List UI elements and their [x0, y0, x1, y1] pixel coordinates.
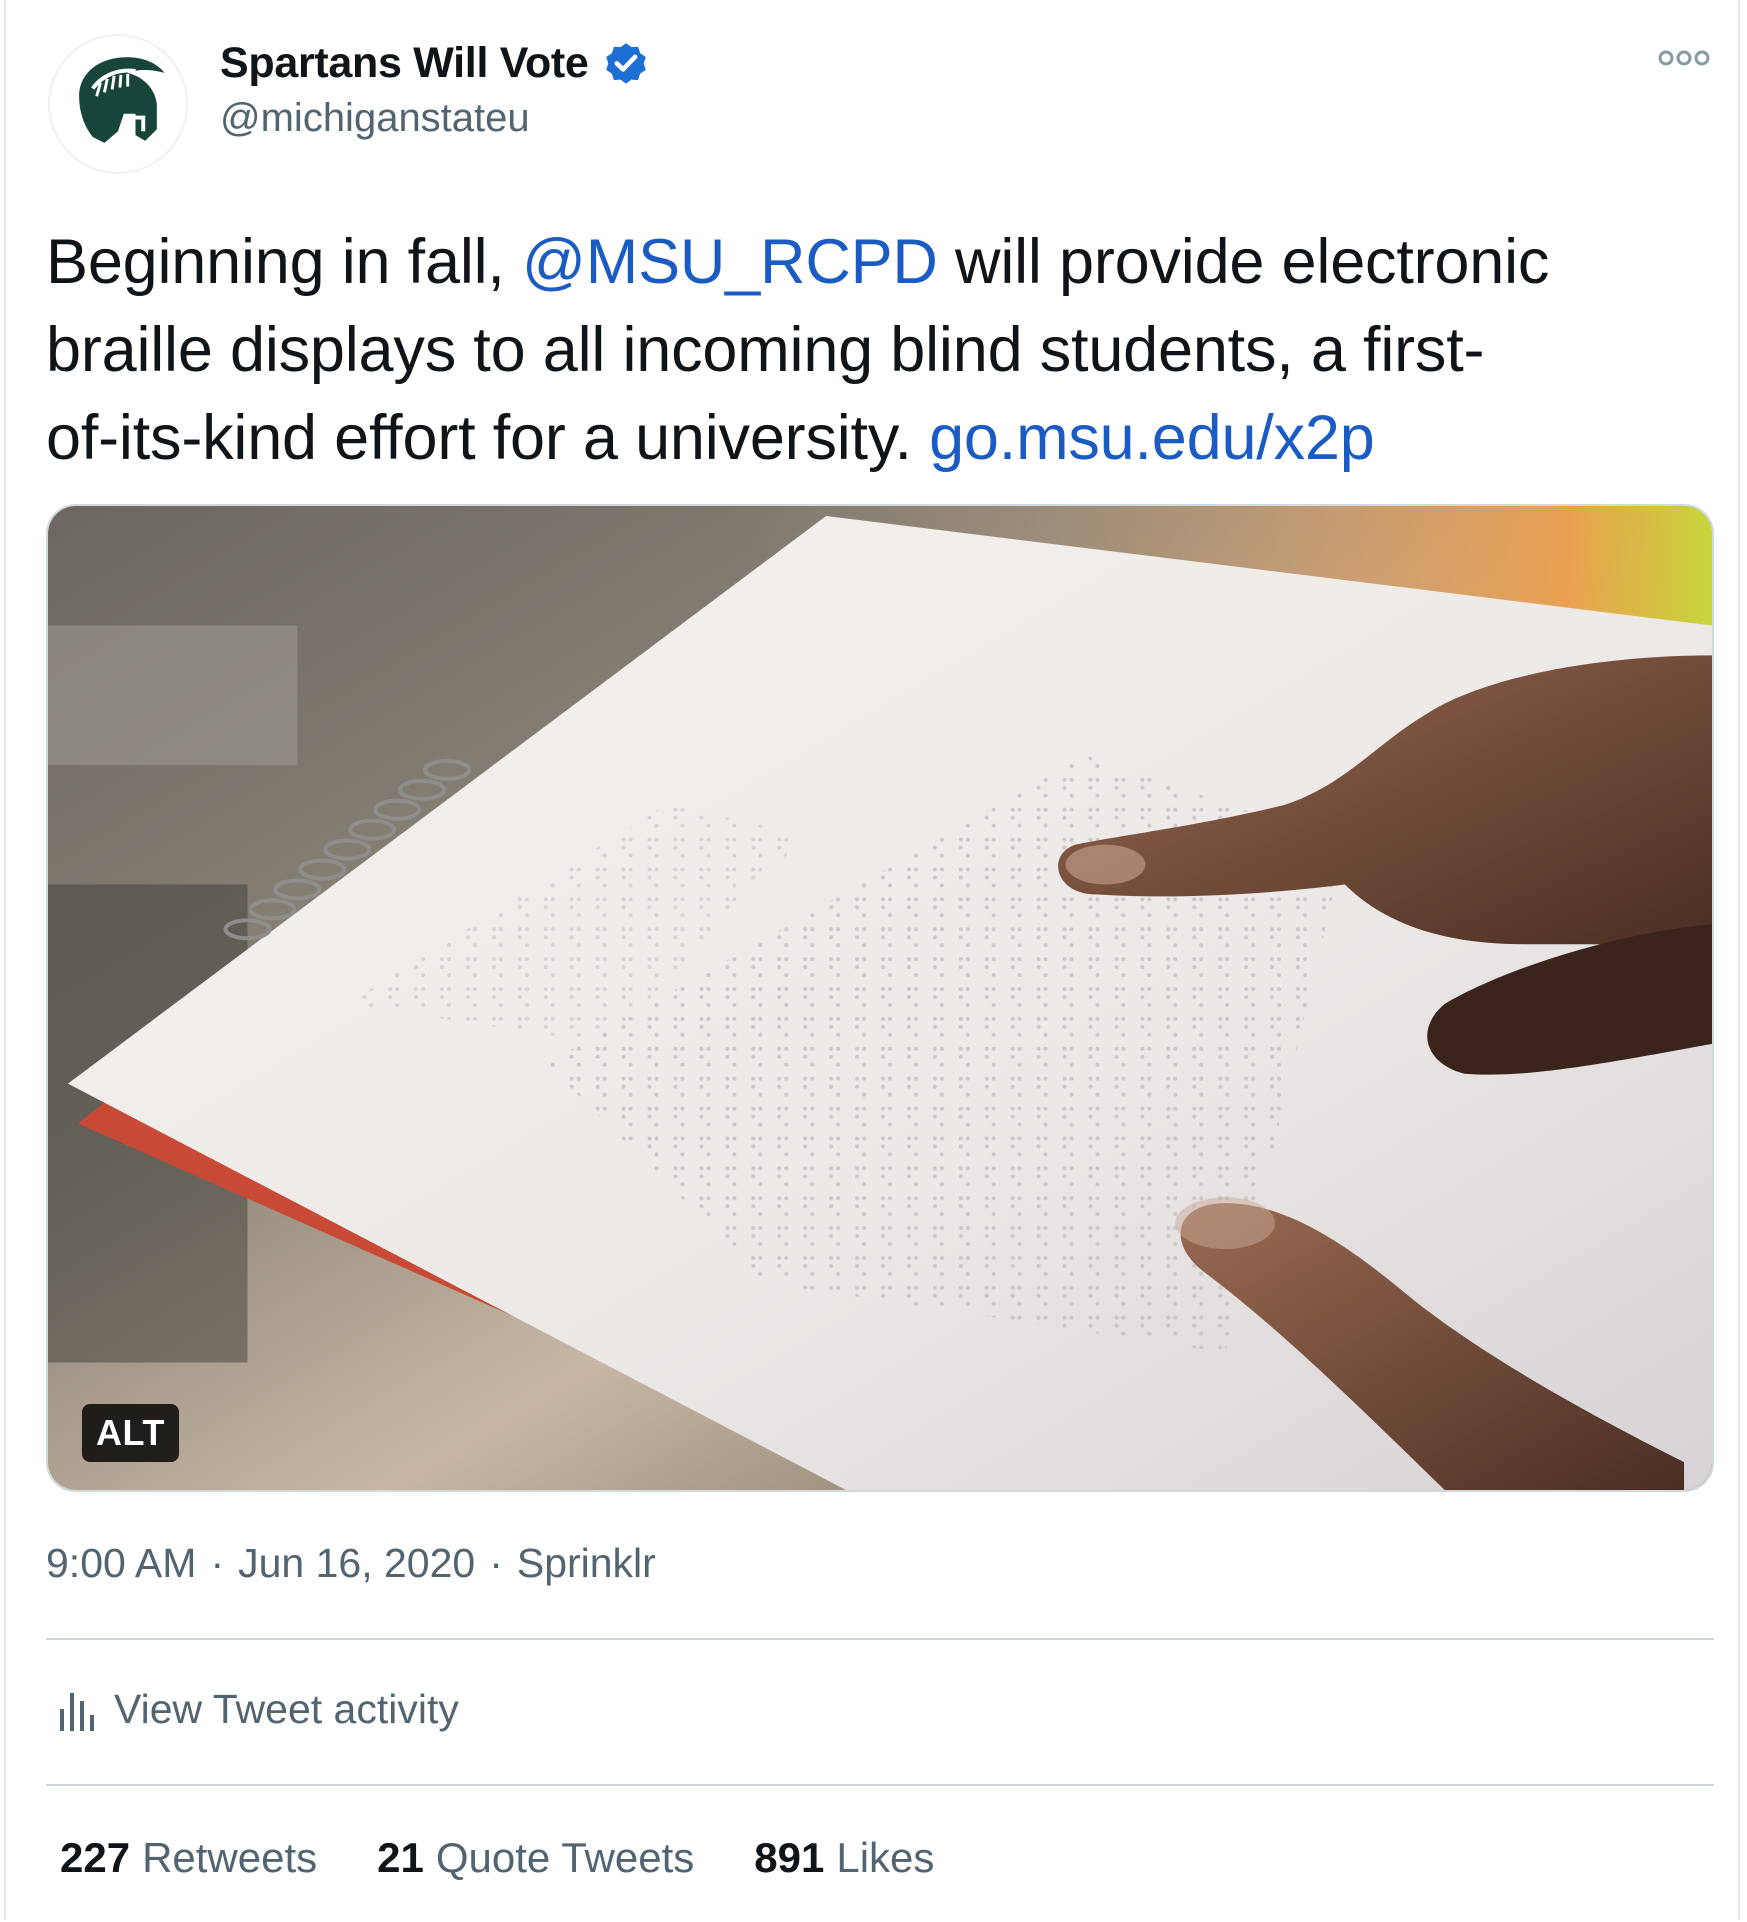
- tweet-source[interactable]: Sprinklr: [517, 1540, 656, 1587]
- avatar[interactable]: [48, 34, 188, 174]
- likes-stat[interactable]: 891 Likes: [754, 1834, 934, 1882]
- meta-separator: ·: [210, 1540, 225, 1586]
- view-tweet-activity-label: View Tweet activity: [114, 1686, 459, 1732]
- tweet-text-segment: Beginning in fall,: [46, 227, 523, 297]
- url-link[interactable]: go.msu.edu/x2p: [929, 403, 1375, 473]
- tweet-meta: 9:00 AM · Jun 16, 2020 · Sprinklr: [46, 1540, 656, 1587]
- quote-tweets-stat[interactable]: 21 Quote Tweets: [377, 1834, 694, 1882]
- spartan-helmet-icon: [51, 37, 185, 171]
- divider: [46, 1784, 1714, 1786]
- retweets-label: Retweets: [142, 1834, 318, 1881]
- tweet-text-segment: will provide electronic: [937, 227, 1550, 297]
- display-name[interactable]: Spartans Will Vote: [220, 39, 589, 88]
- likes-label: Likes: [836, 1834, 935, 1881]
- author-handle[interactable]: @michiganstateu: [220, 96, 530, 141]
- quote-tweets-label: Quote Tweets: [435, 1834, 695, 1881]
- tweet-image[interactable]: ALT: [46, 504, 1714, 1492]
- tweet-card: Spartans Will Vote @michiganstateu Begin…: [4, 0, 1740, 1920]
- tweet-text-line-1: Beginning in fall, @MSU_RCPD will provid…: [46, 218, 1726, 306]
- view-tweet-activity-button[interactable]: View Tweet activity: [56, 1686, 459, 1733]
- tweet-text-segment: of-its-kind effort for a university.: [46, 403, 930, 473]
- tweet-time[interactable]: 9:00 AM: [46, 1540, 196, 1587]
- mention-link[interactable]: @MSU_RCPD: [522, 227, 938, 297]
- more-options-icon[interactable]: [1656, 46, 1712, 70]
- tweet-text: Beginning in fall, @MSU_RCPD will provid…: [46, 218, 1726, 482]
- meta-separator: ·: [489, 1540, 503, 1586]
- tweet-stats: 227 Retweets 21 Quote Tweets 891 Likes: [60, 1834, 934, 1882]
- divider: [46, 1638, 1714, 1640]
- quote-tweets-count: 21: [377, 1834, 424, 1881]
- bar-chart-icon: [60, 1692, 94, 1731]
- author-name-row[interactable]: Spartans Will Vote: [220, 38, 651, 88]
- braille-notebook-photo: [48, 506, 1712, 1490]
- retweets-stat[interactable]: 227 Retweets: [60, 1834, 317, 1882]
- alt-text-badge[interactable]: ALT: [82, 1404, 179, 1462]
- retweets-count: 227: [60, 1834, 131, 1881]
- likes-count: 891: [754, 1834, 825, 1881]
- verified-badge-icon: [605, 43, 646, 84]
- tweet-text-line-3: of-its-kind effort for a university. go.…: [46, 394, 1726, 482]
- tweet-date[interactable]: Jun 16, 2020: [238, 1540, 475, 1587]
- tweet-text-line-2: braille displays to all incoming blind s…: [46, 315, 1485, 385]
